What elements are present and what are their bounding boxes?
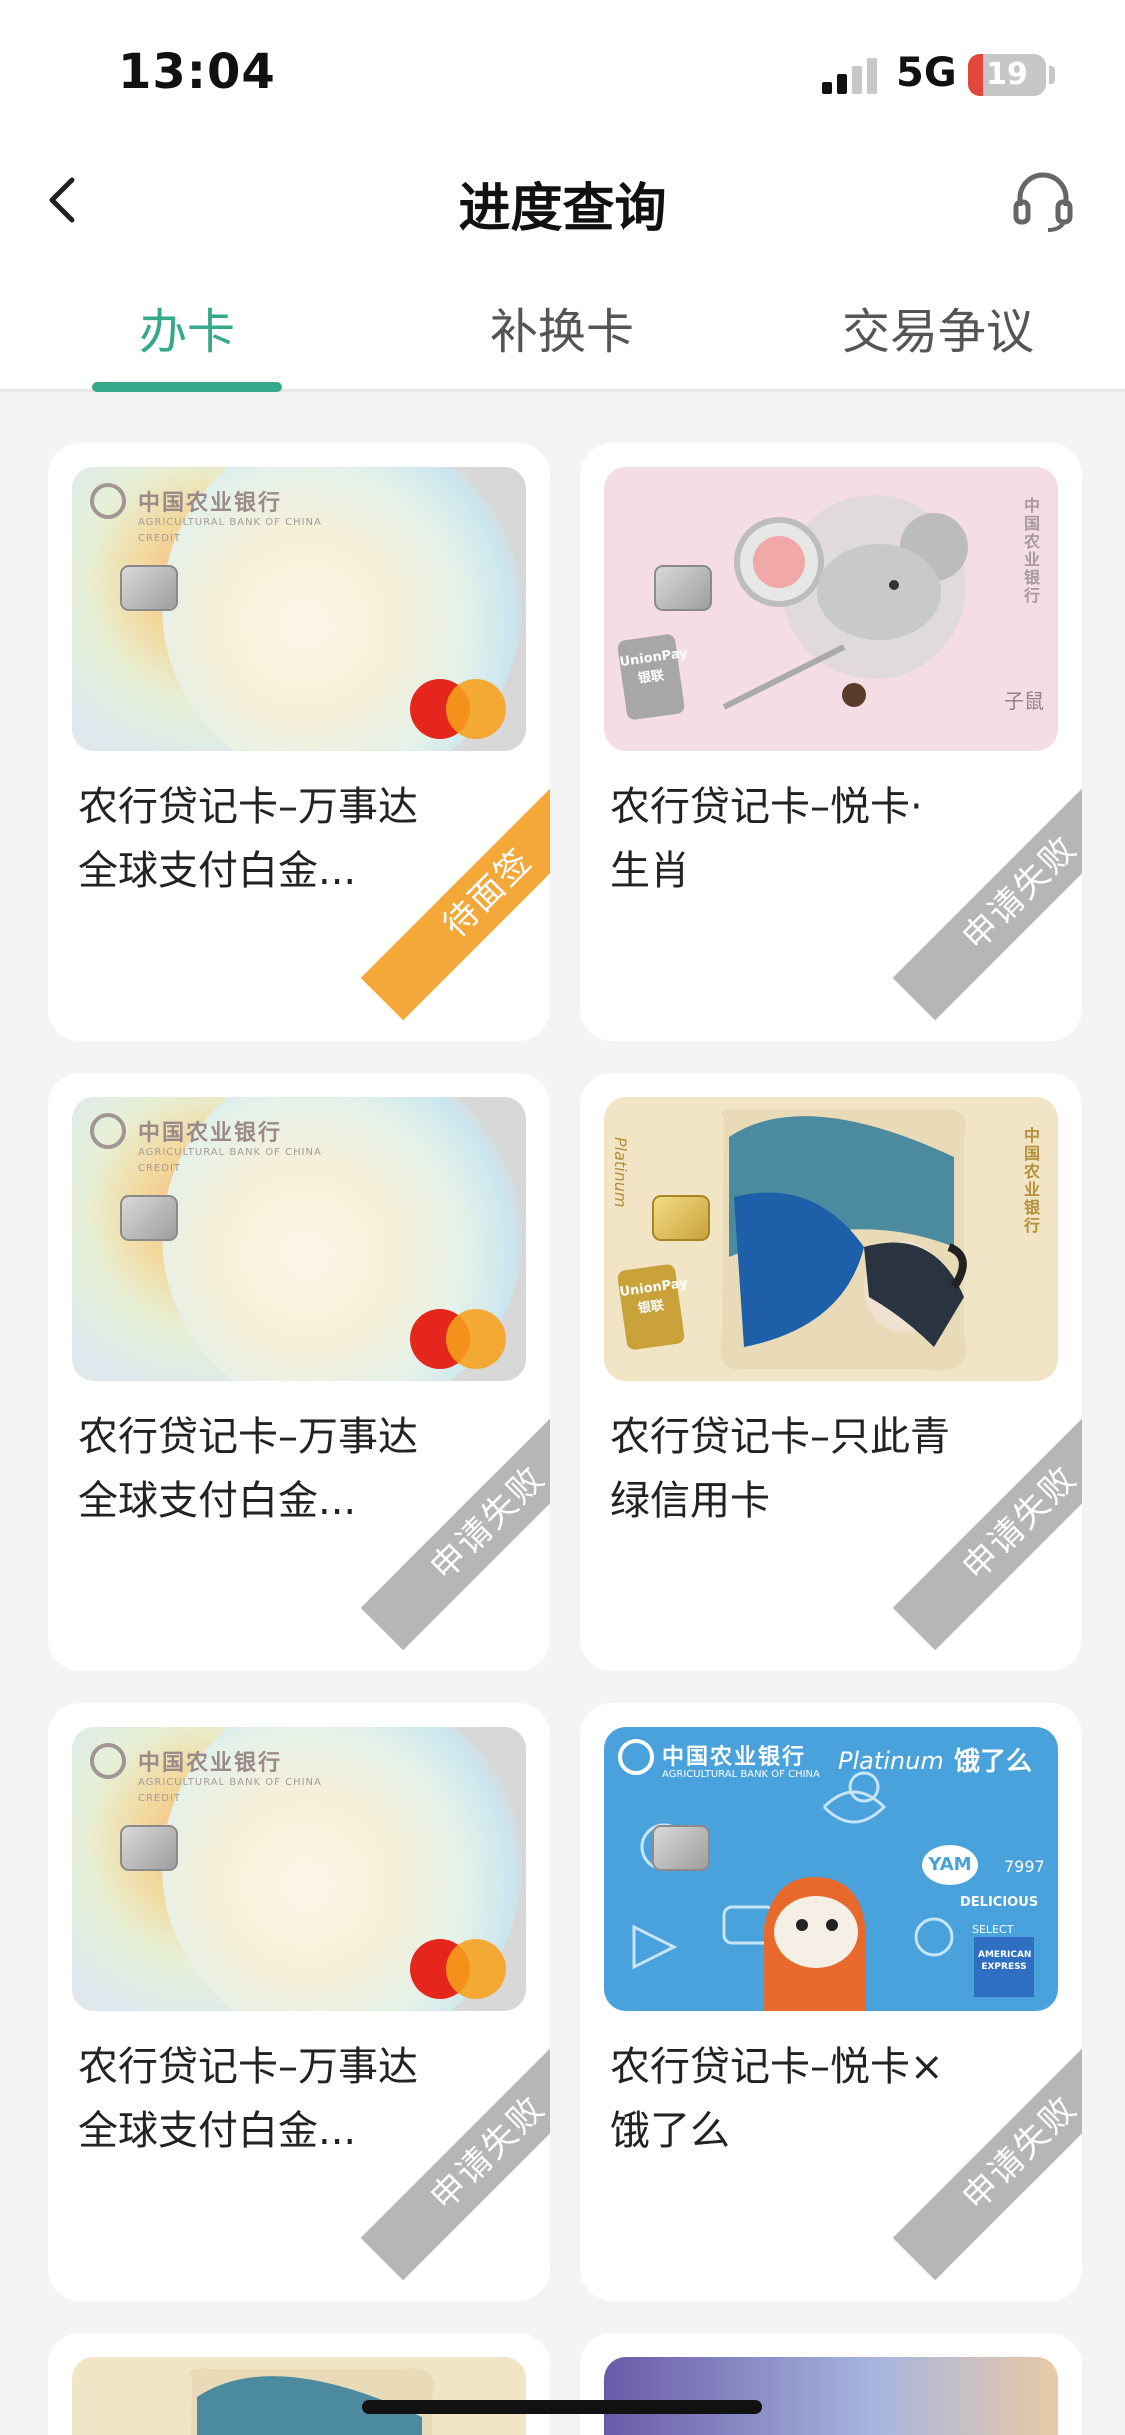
battery-level: 19 — [986, 57, 1028, 92]
active-tab-indicator — [92, 382, 282, 392]
tab-transaction-dispute[interactable]: 交易争议 — [818, 292, 1058, 362]
platinum-label: Platinum — [838, 1747, 944, 1775]
unionpay-icon: UnionPay 银联 — [616, 633, 689, 721]
network-label: 5G — [896, 50, 957, 96]
signal-icon — [822, 58, 882, 94]
zodiac-label: 子鼠 — [1004, 689, 1044, 713]
battery-tip — [1049, 66, 1055, 84]
card-credit-label: CREDIT — [138, 1793, 182, 1804]
card-item[interactable] — [580, 2333, 1082, 2435]
card-bank-name: 中国农业银行 — [138, 491, 283, 516]
card-item[interactable]: UnionPay 银联 中国农业银行 子鼠 农行贷记卡–悦卡· 生肖 申请失败 — [580, 443, 1082, 1041]
amex-logo: AMERICAN EXPRESS — [978, 1950, 1032, 1972]
nav-bar: 进度查询 — [0, 150, 1125, 250]
card-bank-name-vertical: 中国农业银行 — [1024, 1126, 1041, 1235]
tab-bar: 办卡 补换卡 交易争议 — [0, 280, 1125, 392]
header-area: 13:04 5G 19 进度查询 办卡 补换卡 交易争议 — [0, 0, 1125, 392]
eleme-logo: 饿了么 — [954, 1747, 1033, 1777]
card-bank-name-vertical: 中国农业银行 — [1024, 496, 1041, 605]
card-image: UnionPay 银联 中国农业银行 子鼠 — [604, 467, 1058, 751]
card-bank-name: 中国农业银行 — [662, 1745, 807, 1770]
page-title: 进度查询 — [458, 179, 667, 239]
battery-icon: 19 — [968, 54, 1046, 96]
status-bar: 13:04 5G 19 — [0, 0, 1125, 150]
status-time: 13:04 — [118, 44, 276, 100]
home-indicator — [362, 2400, 762, 2414]
card-item[interactable]: 中国农业银行 AGRICULTURAL BANK OF CHINA CREDIT… — [48, 443, 550, 1041]
headset-icon[interactable] — [1010, 168, 1076, 234]
card-name: 农行贷记卡–万事达 全球支付白金... — [78, 784, 418, 894]
card-name: 农行贷记卡–万事达 全球支付白金... — [78, 2044, 418, 2154]
card-name: 农行贷记卡–悦卡× 饿了么 — [610, 2044, 944, 2154]
card-name: 农行贷记卡–万事达 全球支付白金... — [78, 1414, 418, 1524]
card-bank-en: AGRICULTURAL BANK OF CHINA — [138, 517, 322, 528]
card-image: 中国农业银行 AGRICULTURAL BANK OF CHINA CREDIT — [72, 467, 526, 751]
platinum-label: Platinum — [611, 1137, 630, 1208]
card-name: 农行贷记卡–悦卡· 生肖 — [610, 784, 923, 894]
card-item[interactable]: 中国农业银行 AGRICULTURAL BANK OF CHINA CREDIT… — [48, 1703, 550, 2301]
card-name: 农行贷记卡–只此青 绿信用卡 — [610, 1414, 950, 1524]
abc-logo-icon — [90, 1743, 126, 1779]
delicious-label: DELICIOUS — [960, 1895, 1039, 1910]
card-item[interactable]: 中国农业银行 AGRICULTURAL BANK OF CHINA CREDIT… — [48, 1073, 550, 1671]
chip-icon — [120, 565, 178, 611]
select-label: SELECT — [972, 1923, 1014, 1936]
abc-logo-icon — [90, 483, 126, 519]
chip-icon — [120, 1825, 178, 1871]
card-image: 中国农业银行 AGRICULTURAL BANK OF CHINA CREDIT — [72, 1727, 526, 2011]
abc-logo-icon — [90, 1113, 126, 1149]
card-image: UnionPay 银联 Platinum 中国农业银行 — [604, 1097, 1058, 1381]
unionpay-icon: UnionPay 银联 — [616, 1263, 689, 1351]
tab-replace-card[interactable]: 补换卡 — [442, 292, 682, 362]
card-bank-en: AGRICULTURAL BANK OF CHINA — [138, 1147, 322, 1158]
card-image — [72, 2357, 526, 2435]
card-image: 中国农业银行 AGRICULTURAL BANK OF CHINA CREDIT — [72, 1097, 526, 1381]
tab-apply-card[interactable]: 办卡 — [67, 292, 307, 362]
yam-badge: YAM — [922, 1845, 978, 1885]
card-item[interactable] — [48, 2333, 550, 2435]
card-bank-en: AGRICULTURAL BANK OF CHINA — [662, 1769, 820, 1780]
card-bank-name: 中国农业银行 — [138, 1751, 283, 1776]
card-item[interactable]: UnionPay 银联 Platinum 中国农业银行 农行贷记卡–只此青 绿信用卡… — [580, 1073, 1082, 1671]
card-credit-label: CREDIT — [138, 533, 182, 544]
chip-icon — [652, 1195, 710, 1241]
card-item[interactable]: 中国农业银行 AGRICULTURAL BANK OF CHINA Platin… — [580, 1703, 1082, 2301]
abc-logo-icon — [618, 1739, 654, 1775]
card-image: 中国农业银行 AGRICULTURAL BANK OF CHINA Platin… — [604, 1727, 1058, 2011]
chip-icon — [120, 1195, 178, 1241]
card-number-fragment: 7997 — [1004, 1857, 1045, 1876]
card-credit-label: CREDIT — [138, 1163, 182, 1174]
card-image — [604, 2357, 1058, 2435]
chip-icon — [654, 565, 712, 611]
chip-icon — [652, 1825, 710, 1871]
card-bank-en: AGRICULTURAL BANK OF CHINA — [138, 1777, 322, 1788]
card-bank-name: 中国农业银行 — [138, 1121, 283, 1146]
